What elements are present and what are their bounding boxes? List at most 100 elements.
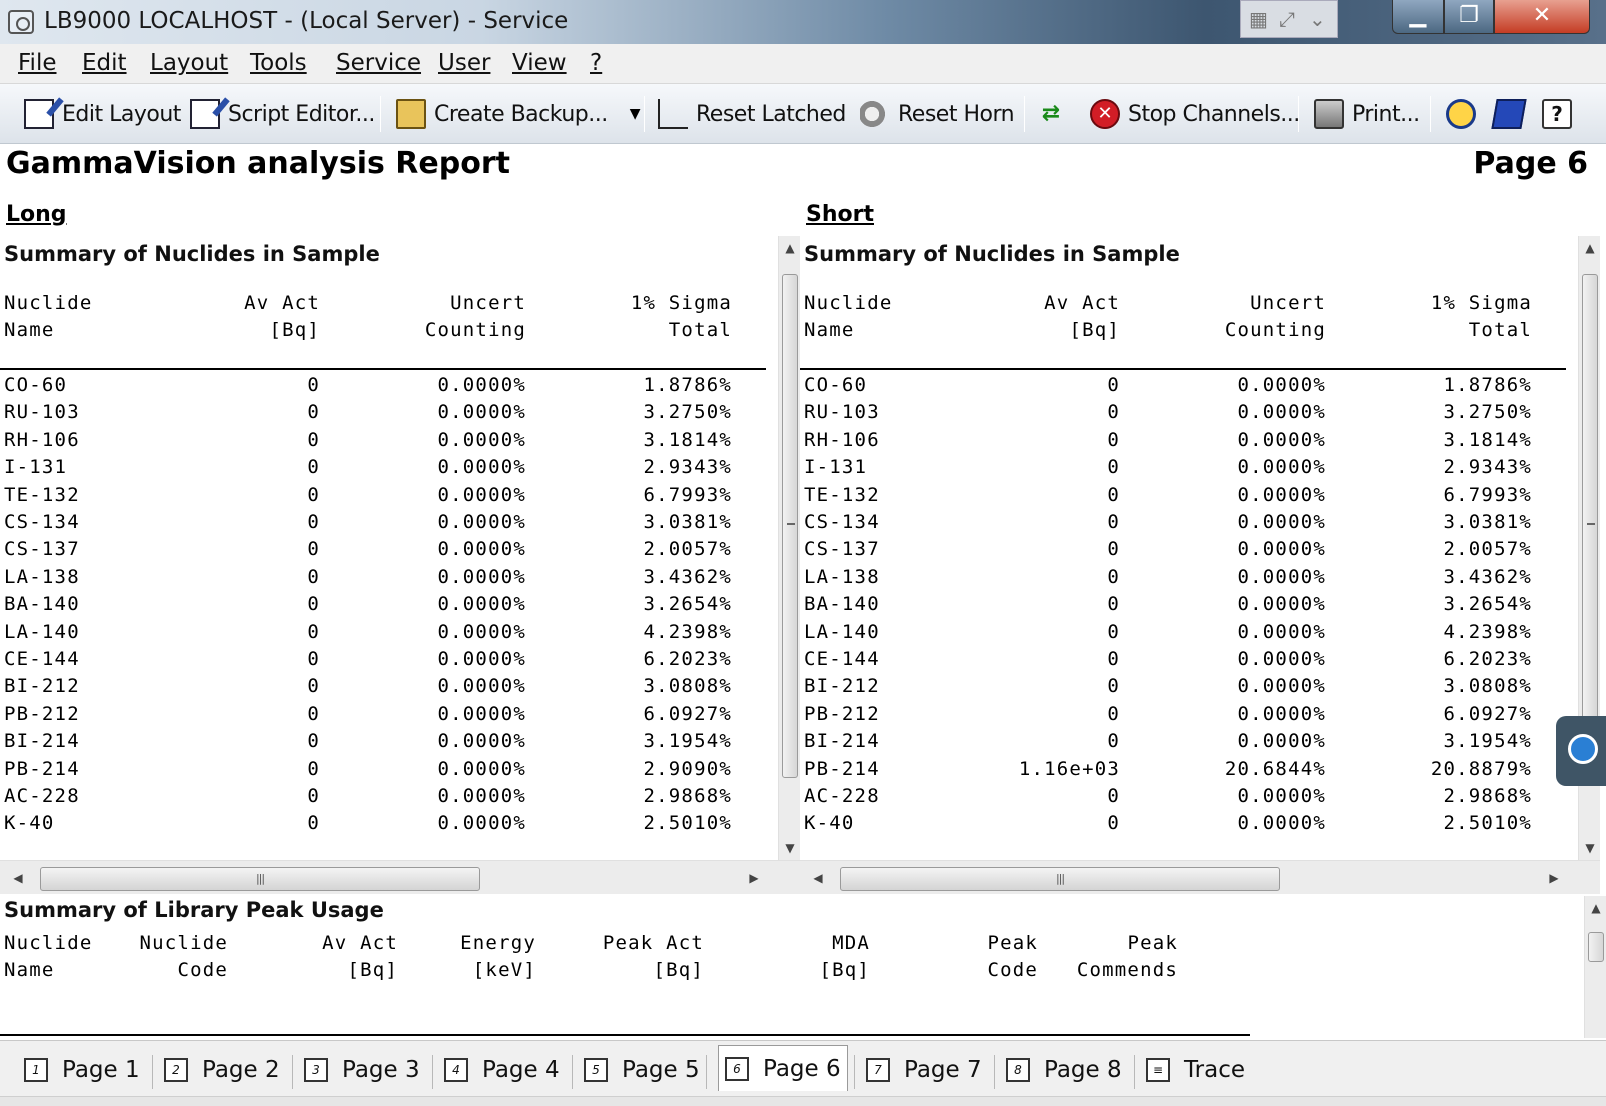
menu-layout[interactable]: Layout [150,50,228,76]
table-cell: 3.0381% [643,511,732,533]
script-editor-button[interactable]: Script Editor... [190,96,375,132]
scroll-thumb[interactable] [1582,274,1598,778]
table-cell: 0 [307,401,320,424]
scroll-up-icon[interactable]: ▲ [1585,896,1606,920]
tab-label: Trace [1184,1057,1246,1083]
title-extra-controls: ▦ ⤢ ⌄ [1240,0,1338,38]
zoom-button[interactable] [1446,96,1484,132]
fullscreen-icon[interactable]: ⤢ [1279,7,1295,31]
nuclide-name-cell: LA-140 [4,620,80,643]
tab-label: Page 6 [763,1055,841,1082]
scroll-right-icon[interactable]: ▶ [1542,861,1566,895]
stop-channels-button[interactable]: ✕ Stop Channels... [1090,96,1300,132]
chevron-down-icon[interactable]: ⌄ [1309,7,1326,31]
table-cell: 6.7993% [1443,483,1532,506]
menu-tools[interactable]: Tools [250,50,307,76]
tab-page-2[interactable]: 2 Page 2 [164,1049,280,1091]
dropdown-arrow-icon[interactable]: ▼ [630,106,641,122]
scroll-up-icon[interactable]: ▲ [1579,236,1601,260]
table-cell: 0.0000% [437,730,526,753]
table-cell: 0.0000% [437,538,526,561]
menu-help[interactable]: ? [590,50,602,76]
table-cell: 0.0000% [1237,538,1326,561]
scroll-down-icon[interactable]: ▼ [1579,836,1601,860]
scroll-thumb-h[interactable]: ||| [840,867,1280,891]
library-panel[interactable]: Summary of Library Peak Usage Nuclide Nam… [0,896,1606,1038]
column-header: Total [1468,319,1532,341]
column-header: [Bq] [1069,319,1120,341]
scroll-right-icon[interactable]: ▶ [742,861,766,895]
remote-support-widget[interactable] [1556,716,1606,786]
reset-horn-button[interactable]: Reset Horn [860,96,1015,132]
transfer-button[interactable]: ⇄ [1036,96,1074,132]
book-button[interactable] [1491,96,1532,132]
tab-separator [994,1055,995,1089]
scroll-left-icon[interactable]: ◀ [806,861,830,895]
edit-layout-button[interactable]: Edit Layout [24,96,181,132]
long-horizontal-scrollbar[interactable]: ◀ ||| ▶ [0,860,800,894]
long-section-label: Long [6,202,67,227]
table-cell: 4.2398% [1443,620,1532,643]
minimize-button[interactable]: ▁ [1392,0,1444,34]
library-vertical-scrollbar[interactable]: ▲ [1584,896,1606,1038]
table-cell: 3.0381% [1443,511,1532,533]
tab-page-7[interactable]: 7 Page 7 [866,1049,982,1091]
table-cell: 2.9343% [1443,456,1532,479]
help-button[interactable]: ? [1542,96,1580,132]
app-icon[interactable] [8,10,34,34]
tab-page-6[interactable]: 6 Page 6 [718,1045,848,1091]
table-cell: 0.0000% [437,620,526,643]
table-cell: 20.8879% [1430,757,1532,780]
tab-separator [292,1055,293,1089]
menu-user[interactable]: User [438,50,490,76]
column-header: Uncert [450,292,526,314]
maximize-button[interactable]: ❐ [1444,0,1494,34]
grid-icon[interactable]: ▦ [1249,7,1268,31]
scroll-thumb[interactable] [782,274,798,778]
menu-service[interactable]: Service [336,50,421,76]
menu-file[interactable]: File [18,50,57,76]
scroll-left-icon[interactable]: ◀ [6,861,30,895]
long-vertical-scrollbar[interactable]: ▲ ▼ [778,236,800,860]
tab-page-5[interactable]: 5 Page 5 [584,1049,700,1091]
tab-separator [432,1055,433,1089]
short-horizontal-scrollbar[interactable]: ◀ ||| ▶ [800,860,1600,894]
scroll-up-icon[interactable]: ▲ [779,236,801,260]
short-section-label: Short [806,202,874,227]
scroll-thumb-h[interactable]: ||| [40,867,480,891]
tab-page-1[interactable]: 1 Page 1 [24,1049,140,1091]
tab-trace[interactable]: ≡ Trace [1146,1049,1245,1091]
reset-latched-button[interactable]: Reset Latched [658,96,846,132]
table-cell: 0.0000% [437,565,526,588]
tab-separator [854,1055,855,1089]
tab-page-8[interactable]: 8 Page 8 [1006,1049,1122,1091]
library-column-header: Name [4,959,55,981]
nuclide-name-cell: RU-103 [804,401,880,424]
table-cell: 0 [1107,593,1120,616]
close-button[interactable]: ✕ [1494,0,1590,34]
table-cell: 0.0000% [1237,675,1326,698]
table-cell: 3.2654% [643,593,732,616]
scroll-down-icon[interactable]: ▼ [779,836,801,860]
scroll-thumb[interactable] [1588,932,1604,962]
table-cell: 0 [307,757,320,780]
tab-label: Page 5 [622,1057,700,1083]
tab-page-3[interactable]: 3 Page 3 [304,1049,420,1091]
create-backup-button[interactable]: Create Backup... ▼ [396,96,641,132]
page-icon: 1 [24,1058,48,1082]
table-cell: 4.2398% [643,620,732,643]
print-button[interactable]: Print... [1314,96,1420,132]
short-report-panel[interactable]: Summary of Nuclides in Sample Nuclide Nam… [800,236,1600,894]
tab-page-4[interactable]: 4 Page 4 [444,1049,560,1091]
table-cell: 0 [1107,620,1120,643]
table-cell: 0.0000% [1237,812,1326,835]
menu-edit[interactable]: Edit [82,50,127,76]
long-panel-heading: Summary of Nuclides in Sample [4,242,380,266]
long-report-panel[interactable]: Summary of Nuclides in Sample Nuclide Nam… [0,236,800,894]
table-cell: 3.2750% [643,401,732,424]
nuclide-name-cell: BA-140 [804,593,880,616]
table-cell: 0.0000% [1237,702,1326,725]
nuclide-name-cell: BI-212 [804,675,880,698]
menu-view[interactable]: View [512,50,567,76]
tab-label: Page 1 [62,1057,140,1083]
